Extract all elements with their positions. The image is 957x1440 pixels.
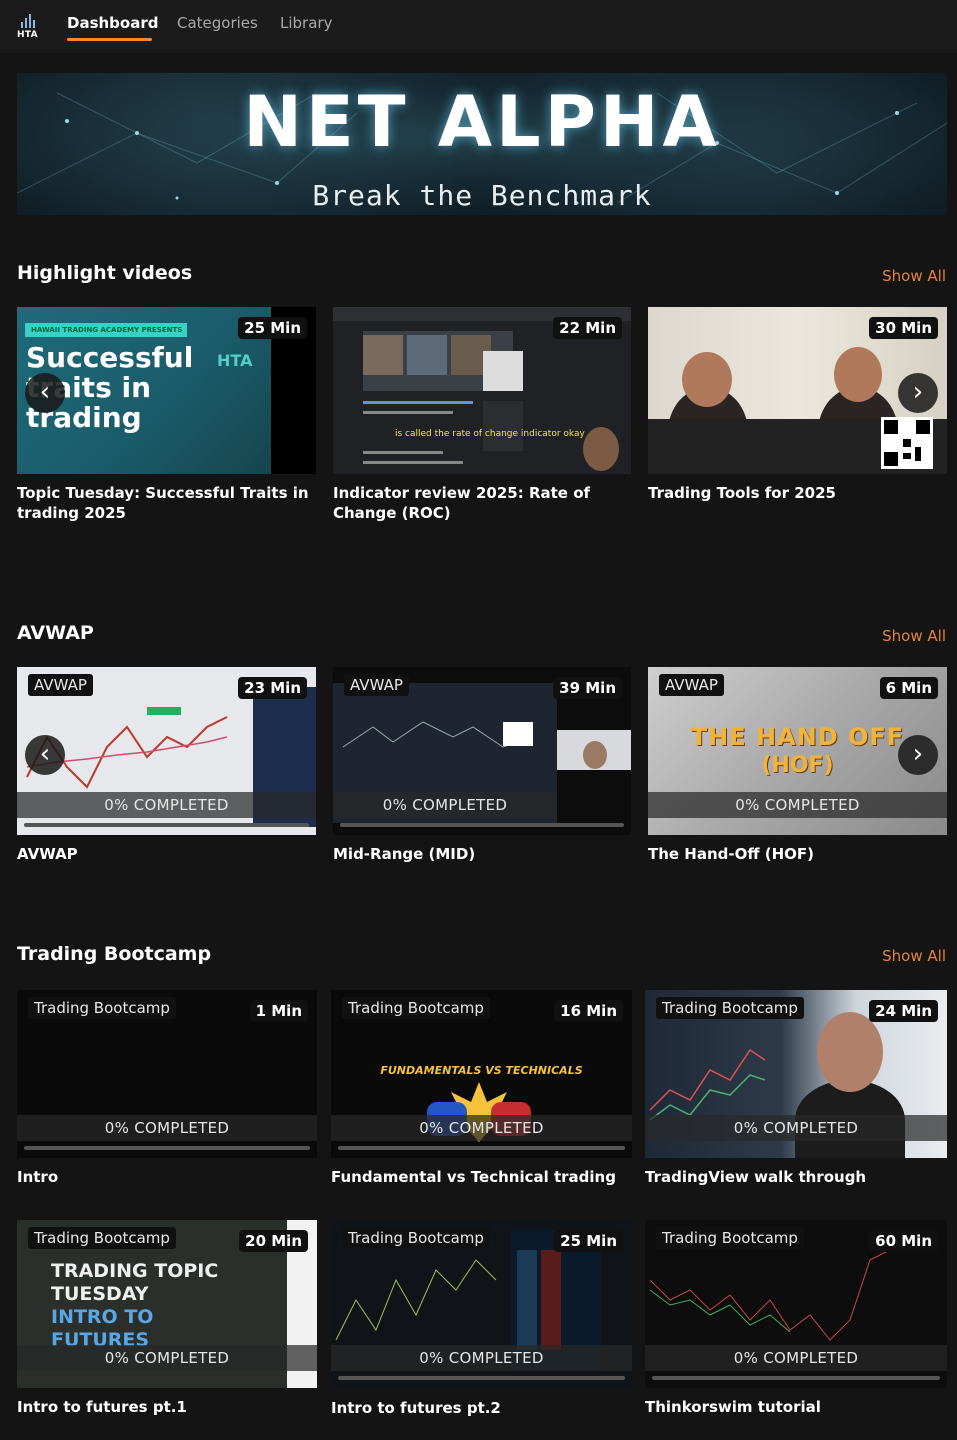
progress-label: 0% COMPLETED: [645, 1115, 947, 1141]
video-caption[interactable]: TradingView walk through: [645, 1167, 947, 1187]
duration-badge: 25 Min: [554, 1230, 623, 1252]
video-card-mid-range[interactable]: AVWAP 39 Min 0% COMPLETED: [333, 667, 631, 835]
video-caption[interactable]: Intro to futures pt.1: [17, 1397, 317, 1417]
progress-label: 0% COMPLETED: [17, 792, 316, 818]
duration-badge: 23 Min: [238, 677, 307, 699]
video-caption[interactable]: Thinkorswim tutorial: [645, 1397, 947, 1417]
duration-badge: 39 Min: [553, 677, 622, 699]
video-caption[interactable]: Intro to futures pt.2: [331, 1398, 632, 1418]
video-card-tradingview[interactable]: Trading Bootcamp 24 Min 0% COMPLETED: [645, 990, 947, 1158]
video-card-avwap[interactable]: AVWAP 23 Min 0% COMPLETED ‹: [17, 667, 316, 835]
video-caption[interactable]: Trading Tools for 2025: [648, 483, 947, 503]
category-tag: Trading Bootcamp: [342, 997, 490, 1019]
duration-badge: 16 Min: [554, 1000, 623, 1022]
carousel-prev-arrow-icon[interactable]: ‹: [25, 373, 65, 413]
section-title-highlight: Highlight videos: [17, 262, 193, 284]
category-tag: AVWAP: [344, 674, 409, 696]
video-caption[interactable]: Mid-Range (MID): [333, 844, 631, 864]
progress-label: 0% COMPLETED: [333, 792, 557, 818]
progress-label: 0% COMPLETED: [17, 1345, 317, 1371]
progress-bar: [652, 1376, 940, 1380]
category-tag: Trading Bootcamp: [656, 997, 804, 1019]
logo-text: HTA: [17, 30, 38, 40]
category-tag: AVWAP: [659, 674, 724, 696]
video-card-trading-tools[interactable]: 30 Min ›: [648, 307, 947, 474]
category-tag: Trading Bootcamp: [28, 997, 176, 1019]
progress-label: 0% COMPLETED: [17, 1115, 317, 1141]
person-avatar: [817, 1012, 883, 1092]
top-navigation: HTA Dashboard Categories Library: [0, 0, 957, 53]
logo-bars-icon: [21, 14, 35, 28]
thumb-brand: HTA: [217, 351, 253, 370]
video-caption[interactable]: Topic Tuesday: Successful Traits in trad…: [17, 483, 317, 523]
carousel-next-arrow-icon[interactable]: ›: [898, 735, 938, 775]
duration-badge: 30 Min: [869, 317, 938, 339]
thumb-overlay-text: is called the rate of change indicator o…: [395, 429, 585, 439]
video-card-thinkorswim[interactable]: Trading Bootcamp 60 Min 0% COMPLETED: [645, 1220, 947, 1388]
progress-bar: [24, 1146, 310, 1150]
hero-banner[interactable]: NET ALPHA Break the Benchmark: [17, 73, 947, 215]
progress-label: 0% COMPLETED: [645, 1345, 947, 1371]
video-caption[interactable]: Fundamental vs Technical trading: [331, 1167, 632, 1187]
video-caption[interactable]: The Hand-Off (HOF): [648, 844, 947, 864]
video-caption[interactable]: Indicator review 2025: Rate of Change (R…: [333, 483, 593, 523]
video-card-intro[interactable]: Trading Bootcamp 1 Min 0% COMPLETED: [17, 990, 317, 1158]
duration-badge: 22 Min: [553, 317, 622, 339]
video-card-hand-off[interactable]: THE HAND OFF (HOF) AVWAP 6 Min 0% COMPLE…: [648, 667, 947, 835]
carousel-next-arrow-icon[interactable]: ›: [898, 373, 938, 413]
duration-badge: 25 Min: [238, 317, 307, 339]
video-card-intro-futures-2[interactable]: Trading Bootcamp 25 Min 0% COMPLETED: [331, 1220, 632, 1388]
video-card-successful-traits[interactable]: HAWAII TRADING ACADEMY PRESENTS Successf…: [17, 307, 316, 474]
duration-badge: 24 Min: [869, 1000, 938, 1022]
section-title-avwap: AVWAP: [17, 622, 94, 644]
section-title-bootcamp: Trading Bootcamp: [17, 943, 212, 965]
progress-bar: [340, 823, 624, 827]
hta-logo[interactable]: HTA: [17, 14, 39, 42]
progress-label: 0% COMPLETED: [331, 1115, 632, 1141]
show-all-avwap-link[interactable]: Show All: [882, 627, 946, 645]
category-tag: Trading Bootcamp: [656, 1227, 804, 1249]
nav-categories[interactable]: Categories: [177, 14, 258, 32]
duration-badge: 20 Min: [239, 1230, 308, 1252]
person-avatar: [682, 352, 732, 407]
banner-title: NET ALPHA: [243, 81, 721, 163]
progress-bar: [24, 823, 309, 827]
show-all-highlight-link[interactable]: Show All: [882, 267, 946, 285]
video-caption[interactable]: Intro: [17, 1167, 317, 1187]
thumb-screenshot: [363, 331, 619, 471]
active-tab-indicator: [67, 38, 152, 41]
category-tag: Trading Bootcamp: [342, 1227, 490, 1249]
video-card-intro-futures-1[interactable]: TRADING TOPIC TUESDAY INTRO TO FUTURES T…: [17, 1220, 317, 1388]
duration-badge: 1 Min: [249, 1000, 308, 1022]
progress-label: 0% COMPLETED: [648, 792, 947, 818]
category-tag: AVWAP: [28, 674, 93, 696]
video-caption[interactable]: AVWAP: [17, 844, 316, 864]
duration-badge: 60 Min: [869, 1230, 938, 1252]
duration-badge: 6 Min: [879, 677, 938, 699]
thumb-text: TRADING TOPIC TUESDAY INTRO TO FUTURES: [51, 1260, 219, 1351]
qr-code-icon: [881, 417, 933, 469]
progress-label: 0% COMPLETED: [331, 1345, 632, 1371]
person-avatar: [834, 347, 882, 402]
nav-dashboard[interactable]: Dashboard: [67, 14, 158, 32]
thumb-text: FUNDAMENTALS VS TECHNICALS: [380, 1064, 583, 1077]
progress-bar: [338, 1146, 625, 1150]
nav-library[interactable]: Library: [280, 14, 332, 32]
thumb-header: HAWAII TRADING ACADEMY PRESENTS: [25, 323, 187, 337]
carousel-prev-arrow-icon[interactable]: ‹: [25, 735, 65, 775]
video-card-fundamental-technical[interactable]: FUNDAMENTALS VS TECHNICALS Trading Bootc…: [331, 990, 632, 1158]
progress-bar: [338, 1376, 625, 1380]
banner-subtitle: Break the Benchmark: [312, 179, 652, 212]
video-card-indicator-review[interactable]: is called the rate of change indicator o…: [333, 307, 631, 474]
category-tag: Trading Bootcamp: [28, 1227, 176, 1249]
show-all-bootcamp-link[interactable]: Show All: [882, 947, 946, 965]
